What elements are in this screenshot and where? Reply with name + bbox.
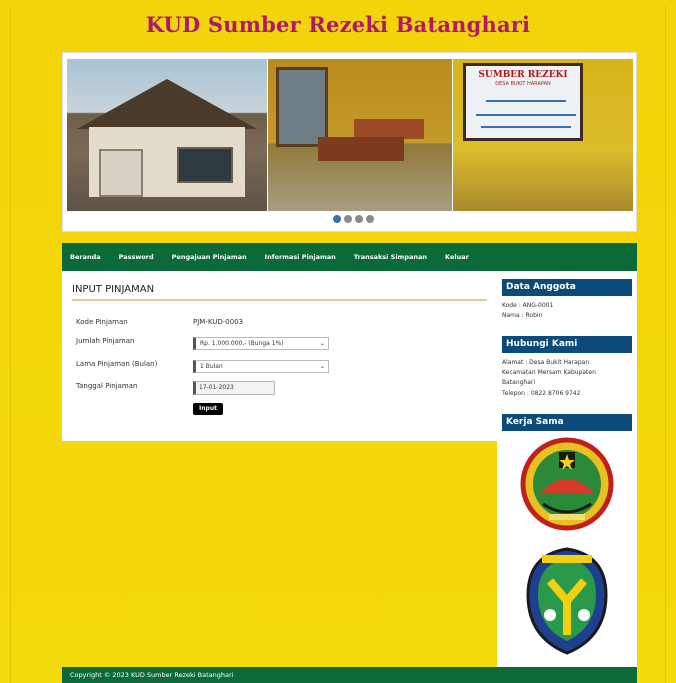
jumlah-pinjaman-select[interactable]: Rp. 1.000.000,- (Bunga 1%) ⌄ [193, 337, 329, 350]
house-door [99, 149, 143, 197]
room-desk [318, 137, 404, 161]
kerja-sama-heading: Kerja Sama [502, 414, 632, 431]
house-window [177, 147, 233, 183]
input-button[interactable]: Input [193, 403, 223, 415]
room-table [354, 119, 424, 139]
board-title: SUMBER REZEKI [478, 70, 568, 80]
slider-dot[interactable] [333, 215, 341, 223]
board-line [486, 100, 566, 102]
board-line [476, 114, 576, 116]
board-line [481, 126, 571, 128]
page-title: INPUT PINJAMAN [72, 284, 155, 295]
image-slider[interactable]: SUMBER REZEKI DESA BUKIT HARAPAN [62, 52, 637, 232]
alamat-line-2: Kecamatan Mersam Kabupaten [502, 369, 596, 376]
lama-pinjaman-label: Lama Pinjaman (Bulan) [76, 360, 158, 368]
district-emblem-logo [526, 547, 608, 655]
alamat-line-1: Alamat : Desa Bukit Harapan [502, 359, 590, 366]
nav-informasi-pinjaman[interactable]: Informasi Pinjaman [265, 253, 336, 261]
sidebar: Data Anggota Kode : ANG-0001 Nama : Robi… [497, 271, 637, 667]
chevron-down-icon: ⌄ [319, 363, 325, 370]
org-board: SUMBER REZEKI DESA BUKIT HARAPAN [463, 63, 583, 141]
jumlah-pinjaman-label: Jumlah Pinjaman [76, 337, 135, 345]
hubungi-kami-heading: Hubungi Kami [502, 336, 632, 353]
board-subtitle: DESA BUKIT HARAPAN [495, 81, 551, 87]
nav-pengajuan-pinjaman[interactable]: Pengajuan Pinjaman [172, 253, 247, 261]
tanggal-pinjaman-field[interactable]: 17-01-2023 [193, 381, 275, 395]
slide-office-room-photo [268, 59, 452, 211]
heading-divider [72, 299, 487, 301]
main-nav: Beranda Password Pengajuan Pinjaman Info… [62, 243, 637, 271]
regency-emblem-logo [520, 437, 614, 531]
data-anggota-heading: Data Anggota [502, 279, 632, 296]
site-title: KUD Sumber Rezeki Batanghari [145, 12, 531, 37]
nav-beranda[interactable]: Beranda [70, 253, 101, 261]
room-window [276, 67, 328, 147]
slide-board-photo: SUMBER REZEKI DESA BUKIT HARAPAN [453, 59, 633, 211]
lama-pinjaman-selected: 1 Bulan [200, 363, 223, 370]
slide-building-photo [67, 59, 267, 211]
nav-transaksi-simpanan[interactable]: Transaksi Simpanan [354, 253, 427, 261]
slider-dot[interactable] [366, 215, 374, 223]
house-roof [77, 79, 257, 129]
anggota-kode: Kode : ANG-0001 [502, 302, 554, 309]
chevron-down-icon: ⌄ [319, 340, 325, 347]
slider-dot[interactable] [344, 215, 352, 223]
input-pinjaman-panel: INPUT PINJAMAN Kode Pinjaman PJM-KUD-000… [62, 271, 497, 441]
tanggal-pinjaman-label: Tanggal Pinjaman [76, 382, 138, 390]
footer: Copyright © 2023 KUD Sumber Rezeki Batan… [62, 667, 637, 683]
kode-pinjaman-label: Kode Pinjaman [76, 318, 128, 326]
kode-pinjaman-value: PJM-KUD-0003 [193, 318, 244, 326]
lama-pinjaman-select[interactable]: 1 Bulan ⌄ [193, 360, 329, 373]
jumlah-pinjaman-selected: Rp. 1.000.000,- (Bunga 1%) [200, 340, 284, 347]
telepon: Telepon : 0822 8706 9742 [502, 390, 581, 397]
alamat-line-3: Batanghari [502, 379, 536, 386]
slider-dot[interactable] [355, 215, 363, 223]
slider-dots[interactable] [333, 215, 374, 223]
nav-keluar[interactable]: Keluar [445, 253, 469, 261]
anggota-nama: Nama : Robin [502, 312, 543, 319]
nav-password[interactable]: Password [119, 253, 154, 261]
